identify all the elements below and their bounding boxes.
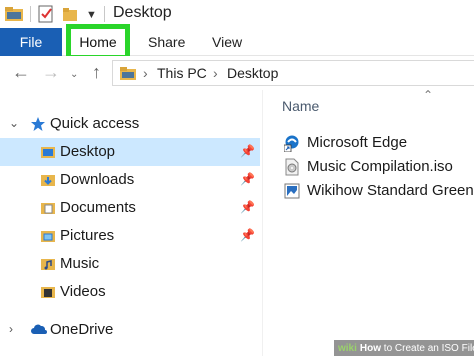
pin-icon[interactable]: 📌 [240, 200, 255, 214]
customize-toolbar-icon[interactable]: ▼ [86, 9, 97, 21]
pin-icon[interactable]: 📌 [240, 144, 255, 158]
videos-folder-icon [40, 284, 56, 305]
navigation-bar: ← → ⌄ ↑ › This PC › Desktop [0, 56, 474, 90]
breadcrumb-this-pc[interactable]: This PC [157, 65, 207, 81]
sort-caret-icon: ⌃ [423, 90, 434, 102]
nav-label: Music [60, 255, 100, 272]
nav-label: Desktop [60, 143, 116, 160]
breadcrumb-desktop[interactable]: Desktop [227, 65, 278, 81]
nav-quick-access[interactable]: ⌄ Quick access [0, 110, 260, 138]
nav-label: Videos [60, 283, 106, 300]
nav-item-documents[interactable]: Documents 📌 [0, 194, 260, 222]
nav-item-downloads[interactable]: Downloads 📌 [0, 166, 260, 194]
pin-icon[interactable]: 📌 [240, 228, 255, 242]
recent-locations-icon[interactable]: ⌄ [70, 66, 78, 84]
column-header-name[interactable]: Name [282, 98, 319, 114]
nav-item-music[interactable]: Music [0, 250, 260, 278]
onedrive-cloud-icon [30, 322, 48, 343]
file-list: ⌃ Name Microsoft Edge Music Compilation.… [263, 90, 474, 356]
downloads-folder-icon [40, 172, 56, 193]
music-folder-icon [40, 256, 56, 277]
tab-share[interactable]: Share [148, 28, 185, 56]
file-name: Microsoft Edge [307, 134, 408, 151]
nav-label: Documents [60, 199, 136, 216]
chevron-right-icon[interactable]: › [213, 65, 218, 81]
file-row[interactable]: Microsoft Edge [263, 131, 474, 155]
wikihow-watermark: wiki How to Create an ISO File [334, 340, 474, 356]
file-name: Music Compilation.iso [307, 158, 453, 175]
star-icon [30, 116, 46, 137]
tab-home[interactable]: Home [66, 24, 130, 60]
title-separator [104, 6, 105, 22]
nav-label: Pictures [60, 227, 115, 244]
tab-view[interactable]: View [212, 28, 242, 56]
edge-shortcut-icon [283, 134, 300, 157]
up-arrow-icon[interactable]: ↑ [92, 63, 101, 81]
file-name: Wikihow Standard Green W [307, 182, 474, 199]
nav-onedrive[interactable]: › OneDrive [0, 316, 260, 344]
pictures-folder-icon [40, 228, 56, 249]
back-arrow-icon[interactable]: ← [12, 63, 30, 81]
watermark-prefix: wiki [338, 342, 357, 354]
address-bar[interactable]: › This PC › Desktop [112, 60, 474, 86]
toolbar-separator [30, 6, 31, 22]
chevron-right-icon[interactable]: › [9, 322, 13, 336]
watermark-text: to Create an ISO File [381, 342, 474, 354]
tab-file[interactable]: File [0, 28, 62, 56]
forward-arrow-icon[interactable]: → [42, 63, 60, 81]
file-row[interactable]: Music Compilation.iso [263, 155, 474, 179]
chevron-down-icon[interactable]: ⌄ [9, 116, 19, 130]
pin-icon[interactable]: 📌 [240, 172, 255, 186]
nav-item-videos[interactable]: Videos [0, 278, 260, 306]
nav-label: Downloads [60, 171, 135, 188]
desktop-folder-icon [40, 144, 56, 165]
navigation-pane: ⌄ Quick access Desktop 📌 Downloads 📌 Doc… [0, 90, 260, 356]
nav-label: Quick access [50, 115, 140, 132]
nav-label: OneDrive [50, 321, 114, 338]
folder-icon [119, 66, 137, 87]
chevron-right-icon[interactable]: › [143, 65, 148, 81]
nav-item-pictures[interactable]: Pictures 📌 [0, 222, 260, 250]
watermark-brand: How [359, 342, 382, 354]
properties-icon[interactable] [38, 5, 54, 28]
nav-item-desktop[interactable]: Desktop 📌 [0, 138, 260, 166]
documents-folder-icon [40, 200, 56, 221]
file-row[interactable]: Wikihow Standard Green W [263, 179, 474, 203]
image-file-icon [284, 182, 300, 205]
folder-icon[interactable] [4, 5, 24, 28]
window-title: Desktop [113, 4, 172, 21]
iso-file-icon [284, 158, 300, 181]
